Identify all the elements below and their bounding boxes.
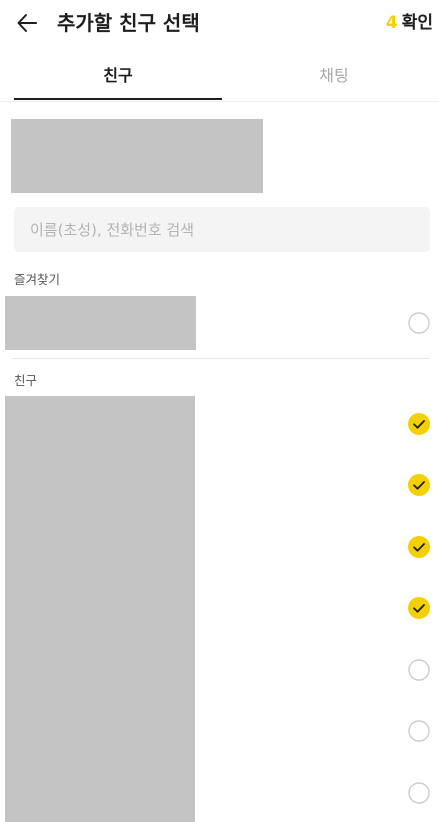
unchecked-circle-icon[interactable]: [408, 312, 430, 334]
tab-bar: 친구 채팅: [0, 56, 439, 102]
confirm-button[interactable]: 4 확인: [386, 8, 433, 38]
section-divider: [12, 358, 430, 359]
tab-friends[interactable]: 친구: [14, 56, 222, 100]
checked-circle-icon[interactable]: [408, 597, 430, 619]
back-button[interactable]: [10, 6, 44, 40]
friend-profiles-redacted: [5, 396, 195, 822]
unchecked-circle-icon[interactable]: [408, 720, 430, 742]
unchecked-circle-icon[interactable]: [408, 782, 430, 804]
page-title: 추가할 친구 선택: [57, 11, 200, 35]
checked-circle-icon[interactable]: [408, 536, 430, 558]
selected-count: 4: [385, 13, 398, 33]
section-label-friends: 친구: [14, 373, 38, 388]
unchecked-circle-icon[interactable]: [408, 659, 430, 681]
section-label-favorites: 즐겨찾기: [14, 272, 61, 287]
search-field[interactable]: [14, 207, 430, 252]
selected-friends-strip: [11, 119, 263, 193]
favorite-profile-redacted: [5, 296, 196, 350]
confirm-label: 확인: [401, 13, 433, 33]
arrow-left-icon: [17, 14, 37, 32]
tab-chats[interactable]: 채팅: [230, 56, 438, 100]
checked-circle-icon[interactable]: [408, 413, 430, 435]
checked-circle-icon[interactable]: [408, 474, 430, 496]
search-input[interactable]: [14, 207, 430, 252]
header-bar: 추가할 친구 선택 4 확인: [0, 0, 439, 46]
